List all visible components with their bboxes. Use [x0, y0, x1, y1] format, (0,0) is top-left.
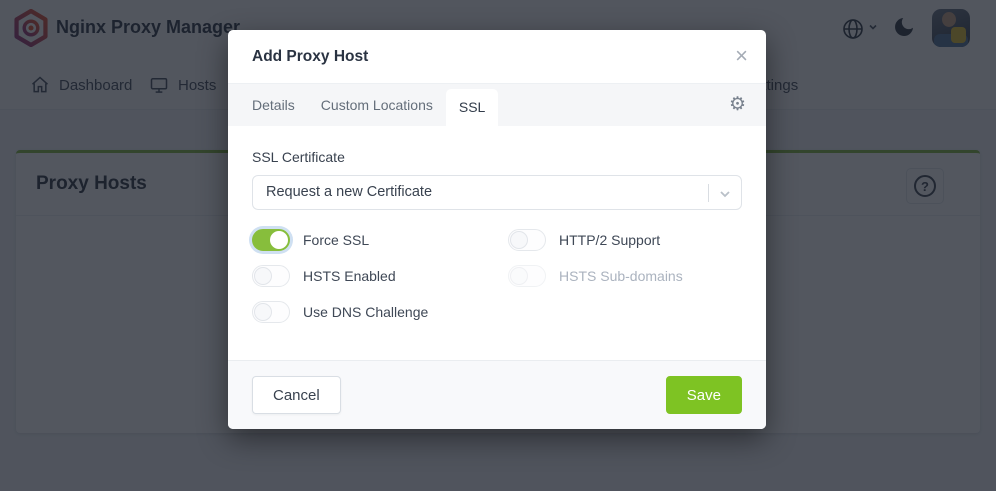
force-ssl-toggle[interactable] — [252, 229, 290, 251]
dns-challenge-row: Use DNS Challenge — [252, 294, 428, 330]
toggle-knob — [254, 267, 272, 285]
toggle-label: HSTS Enabled — [303, 268, 396, 284]
toggle-label: Force SSL — [303, 232, 369, 248]
tab-ssl[interactable]: SSL — [446, 89, 498, 126]
modal-body: SSL Certificate Request a new Certificat… — [228, 126, 766, 360]
http2-row: HTTP/2 Support — [508, 222, 683, 258]
modal-title: Add Proxy Host — [252, 48, 368, 66]
chevron-down-icon — [718, 187, 732, 201]
toggle-column-left: Force SSL HSTS Enabled Use DNS Challenge — [252, 222, 428, 330]
cancel-button[interactable]: Cancel — [252, 376, 341, 414]
toggle-label: HTTP/2 Support — [559, 232, 660, 248]
modal-header: Add Proxy Host × — [228, 30, 766, 84]
hsts-subdomains-row: HSTS Sub-domains — [508, 258, 683, 294]
dns-challenge-toggle[interactable] — [252, 301, 290, 323]
toggle-knob — [254, 303, 272, 321]
modal-footer: Cancel Save — [228, 360, 766, 429]
page-root: Nginx Proxy Manager Dashboard Host — [0, 0, 996, 491]
toggle-knob — [510, 267, 528, 285]
hsts-enabled-toggle[interactable] — [252, 265, 290, 287]
select-divider — [708, 184, 709, 202]
toggle-knob — [270, 231, 288, 249]
ssl-certificate-label: SSL Certificate — [252, 149, 345, 165]
toggle-label: Use DNS Challenge — [303, 304, 428, 320]
close-icon[interactable]: × — [735, 43, 748, 69]
save-button[interactable]: Save — [666, 376, 742, 414]
gear-icon[interactable]: ⚙ — [729, 93, 746, 117]
ssl-certificate-select[interactable]: Request a new Certificate — [252, 175, 742, 210]
toggle-label: HSTS Sub-domains — [559, 268, 683, 284]
add-proxy-host-modal: Add Proxy Host × Details Custom Location… — [228, 30, 766, 429]
tab-custom-locations[interactable]: Custom Locations — [308, 84, 446, 126]
tab-details[interactable]: Details — [239, 84, 308, 126]
http2-toggle[interactable] — [508, 229, 546, 251]
modal-tab-bar: Details Custom Locations SSL — [228, 84, 766, 126]
hsts-enabled-row: HSTS Enabled — [252, 258, 428, 294]
toggle-knob — [510, 231, 528, 249]
hsts-subdomains-toggle — [508, 265, 546, 287]
force-ssl-row: Force SSL — [252, 222, 428, 258]
toggle-column-right: HTTP/2 Support HSTS Sub-domains — [508, 222, 683, 294]
ssl-certificate-value: Request a new Certificate — [266, 184, 432, 200]
